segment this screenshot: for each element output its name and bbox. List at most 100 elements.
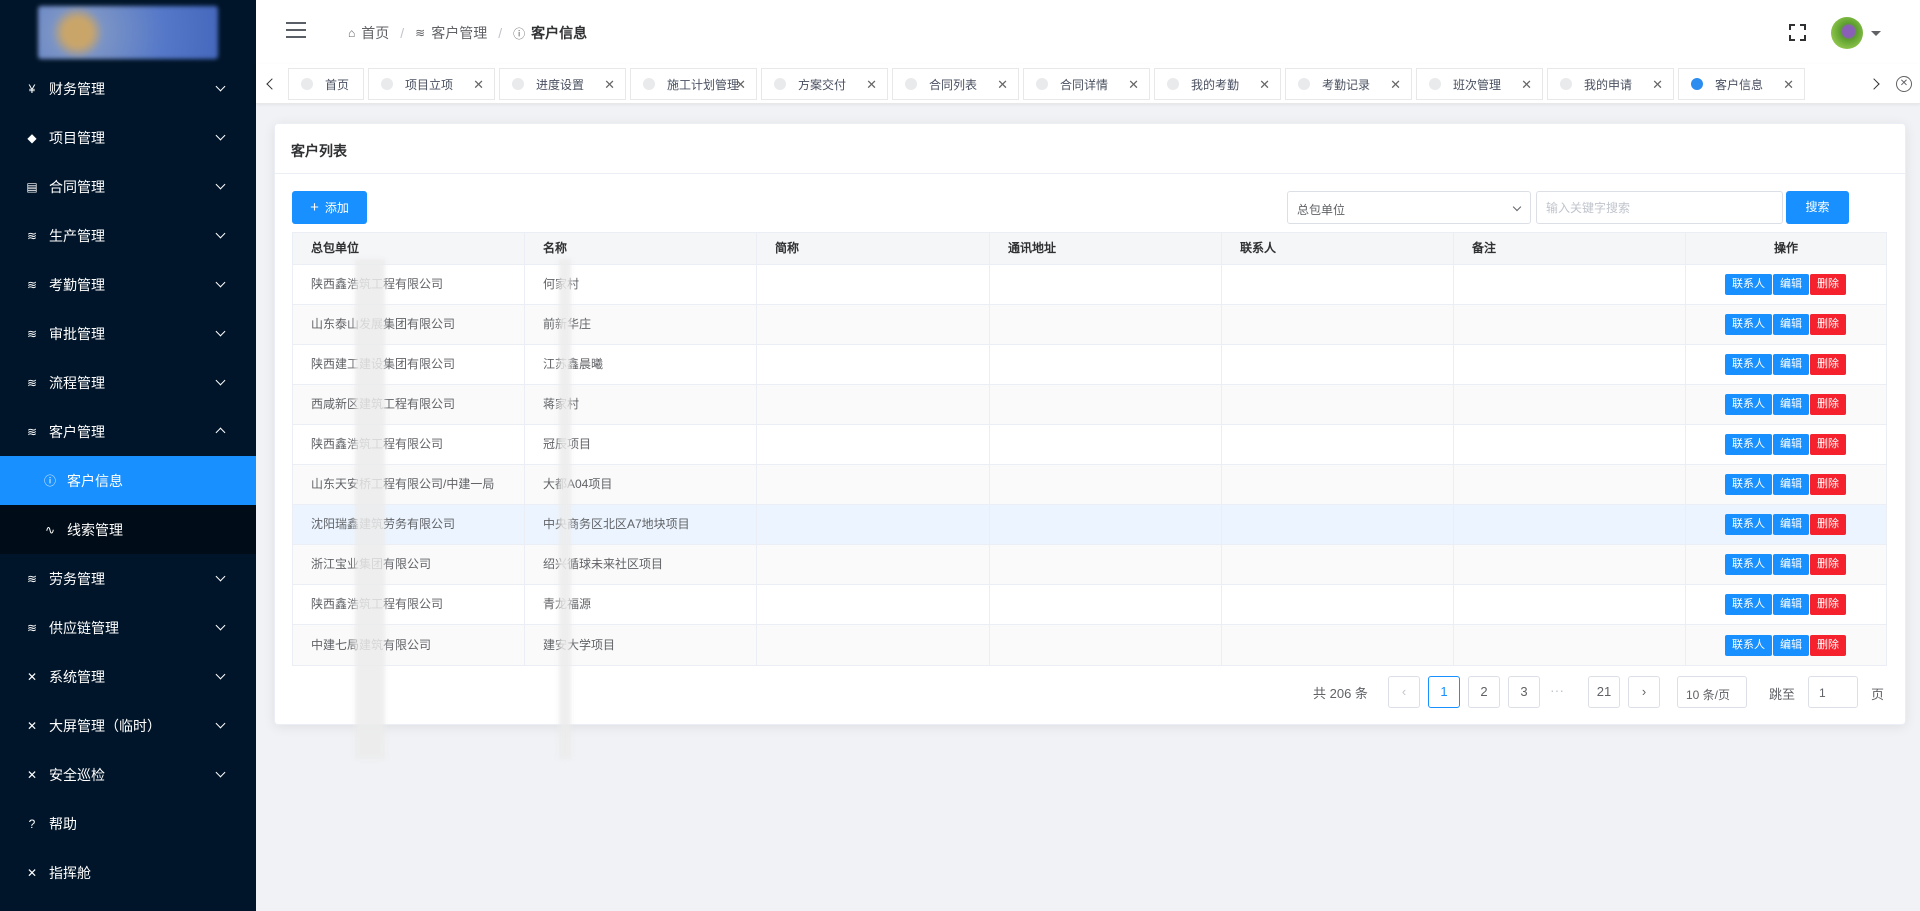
page-21[interactable]: 21 — [1588, 676, 1620, 708]
search-input[interactable] — [1536, 191, 1783, 224]
edit-button[interactable]: 编辑 — [1773, 274, 1809, 295]
contact-button[interactable]: 联系人 — [1725, 554, 1772, 575]
close-icon[interactable]: ✕ — [866, 77, 877, 93]
table-row[interactable]: 山东泰山发展集团有限公司前新华庄联系人编辑删除 — [293, 305, 1886, 345]
contact-button[interactable]: 联系人 — [1725, 394, 1772, 415]
sidebar-item[interactable]: ≋ 供应链管理 — [0, 603, 256, 652]
sidebar-item[interactable]: ≋ 客户管理 — [0, 407, 256, 456]
prev-page-icon[interactable]: ‹ — [1388, 676, 1420, 708]
sidebar-item[interactable]: ◆ 项目管理 — [0, 113, 256, 162]
edit-button[interactable]: 编辑 — [1773, 434, 1809, 455]
sidebar-item[interactable]: ¥ 财务管理 — [0, 64, 256, 113]
close-icon[interactable]: ✕ — [1390, 77, 1401, 93]
breadcrumb-home[interactable]: 首页 — [361, 23, 389, 43]
close-icon[interactable]: ✕ — [1521, 77, 1532, 93]
edit-button[interactable]: 编辑 — [1773, 594, 1809, 615]
hamburger-icon[interactable] — [286, 22, 306, 38]
delete-button[interactable]: 删除 — [1810, 354, 1846, 375]
table-row[interactable]: 陕西鑫浩筑工程有限公司青龙福源联系人编辑删除 — [293, 585, 1886, 625]
delete-button[interactable]: 删除 — [1810, 274, 1846, 295]
tab-tag[interactable]: 考勤记录 ✕ — [1285, 68, 1412, 100]
edit-button[interactable]: 编辑 — [1773, 474, 1809, 495]
edit-button[interactable]: 编辑 — [1773, 394, 1809, 415]
close-all-icon[interactable]: ✕ — [1896, 76, 1912, 92]
contact-button[interactable]: 联系人 — [1725, 354, 1772, 375]
scroll-right-icon[interactable] — [1862, 64, 1890, 104]
avatar[interactable] — [1831, 17, 1863, 49]
table-row[interactable]: 中建七局建筑有限公司建安大学项目联系人编辑删除 — [293, 625, 1886, 665]
contact-button[interactable]: 联系人 — [1725, 594, 1772, 615]
close-icon[interactable]: ✕ — [735, 77, 746, 93]
fullscreen-icon[interactable] — [1789, 24, 1806, 41]
contact-button[interactable]: 联系人 — [1725, 474, 1772, 495]
close-icon[interactable]: ✕ — [604, 77, 615, 93]
next-page-icon[interactable]: › — [1628, 676, 1660, 708]
tab-tag[interactable]: 我的申请 ✕ — [1547, 68, 1674, 100]
sidebar-item[interactable]: ✕ 指挥舱 — [0, 848, 256, 897]
close-icon[interactable]: ✕ — [1128, 77, 1139, 93]
sidebar-item[interactable]: ≋ 劳务管理 — [0, 554, 256, 603]
edit-button[interactable]: 编辑 — [1773, 634, 1809, 656]
delete-button[interactable]: 删除 — [1810, 474, 1846, 495]
table-row[interactable]: 西咸新区建筑工程有限公司蒋家村联系人编辑删除 — [293, 385, 1886, 425]
delete-button[interactable]: 删除 — [1810, 514, 1846, 535]
table-row[interactable]: 陕西建工建设集团有限公司江苏鑫晨曦联系人编辑删除 — [293, 345, 1886, 385]
table-row[interactable]: 陕西鑫浩筑工程有限公司冠辰项目联系人编辑删除 — [293, 425, 1886, 465]
sidebar-item[interactable]: ? 帮助 — [0, 799, 256, 848]
contact-button[interactable]: 联系人 — [1725, 434, 1772, 455]
contact-button[interactable]: 联系人 — [1725, 274, 1772, 295]
ellipsis-icon[interactable]: ··· — [1550, 682, 1564, 698]
tab-tag[interactable]: 施工计划管理 ✕ — [630, 68, 757, 100]
sidebar-item[interactable]: ⓘ 客户信息 — [0, 456, 256, 505]
tab-tag[interactable]: 项目立项 ✕ — [368, 68, 495, 100]
caret-down-icon[interactable] — [1871, 31, 1881, 36]
tab-tag[interactable]: 客户信息 ✕ — [1678, 68, 1805, 100]
edit-button[interactable]: 编辑 — [1773, 514, 1809, 535]
tab-tag[interactable]: 合同列表 ✕ — [892, 68, 1019, 100]
sidebar-item[interactable]: ▤ 合同管理 — [0, 162, 256, 211]
sidebar-item[interactable]: ✕ 系统管理 — [0, 652, 256, 701]
jump-input[interactable]: 1 — [1808, 676, 1858, 708]
table-row[interactable]: 浙江宝业集团有限公司绍兴循球未来社区项目联系人编辑删除 — [293, 545, 1886, 585]
close-icon[interactable]: ✕ — [473, 77, 484, 93]
contact-button[interactable]: 联系人 — [1725, 514, 1772, 535]
table-row[interactable]: 山东天安桥工程有限公司/中建一局 大都A04项目 联系人 编辑 删除 — [293, 465, 1886, 505]
tab-tag[interactable]: 方案交付 ✕ — [761, 68, 888, 100]
breadcrumb-customer-mgmt[interactable]: 客户管理 — [431, 23, 487, 43]
delete-button[interactable]: 删除 — [1810, 594, 1846, 615]
page-3[interactable]: 3 — [1508, 676, 1540, 708]
edit-button[interactable]: 编辑 — [1773, 554, 1809, 575]
table-row[interactable]: 陕西鑫浩筑工程有限公司何家村联系人编辑删除 — [293, 265, 1886, 305]
delete-button[interactable]: 删除 — [1810, 554, 1846, 575]
sidebar-item[interactable]: ≋ 流程管理 — [0, 358, 256, 407]
edit-button[interactable]: 编辑 — [1773, 354, 1809, 375]
unit-select[interactable]: 总包单位 — [1287, 191, 1531, 224]
sidebar-item[interactable]: ∿ 线索管理 — [0, 505, 256, 554]
close-icon[interactable]: ✕ — [997, 77, 1008, 93]
close-icon[interactable]: ✕ — [1652, 77, 1663, 93]
delete-button[interactable]: 删除 — [1810, 434, 1846, 455]
table-row[interactable]: 沈阳瑞鑫建筑劳务有限公司中央商务区北区A7地块项目联系人编辑删除 — [293, 505, 1886, 545]
contact-button[interactable]: 联系人 — [1725, 314, 1772, 335]
sidebar-item[interactable]: ✕ 大屏管理（临时） — [0, 701, 256, 750]
sidebar-item[interactable]: ≋ 审批管理 — [0, 309, 256, 358]
sidebar-item[interactable]: ≋ 考勤管理 — [0, 260, 256, 309]
page-size-select[interactable]: 10 条/页 — [1677, 676, 1747, 708]
tab-tag[interactable]: 班次管理 ✕ — [1416, 68, 1543, 100]
tab-tag[interactable]: 进度设置 ✕ — [499, 68, 626, 100]
tab-tag[interactable]: 我的考勤 ✕ — [1154, 68, 1281, 100]
close-icon[interactable]: ✕ — [1259, 77, 1270, 93]
search-button[interactable]: 搜索 — [1786, 191, 1849, 224]
page-2[interactable]: 2 — [1468, 676, 1500, 708]
add-button[interactable]: + 添加 — [292, 191, 367, 224]
scroll-left-icon[interactable] — [256, 64, 284, 104]
delete-button[interactable]: 删除 — [1810, 634, 1846, 656]
delete-button[interactable]: 删除 — [1810, 394, 1846, 415]
edit-button[interactable]: 编辑 — [1773, 314, 1809, 335]
sidebar-item[interactable]: ✕ 安全巡检 — [0, 750, 256, 799]
sidebar-item[interactable]: ≋ 生产管理 — [0, 211, 256, 260]
close-icon[interactable]: ✕ — [1783, 77, 1794, 93]
delete-button[interactable]: 删除 — [1810, 314, 1846, 335]
contact-button[interactable]: 联系人 — [1725, 634, 1772, 656]
tab-tag[interactable]: 合同详情 ✕ — [1023, 68, 1150, 100]
